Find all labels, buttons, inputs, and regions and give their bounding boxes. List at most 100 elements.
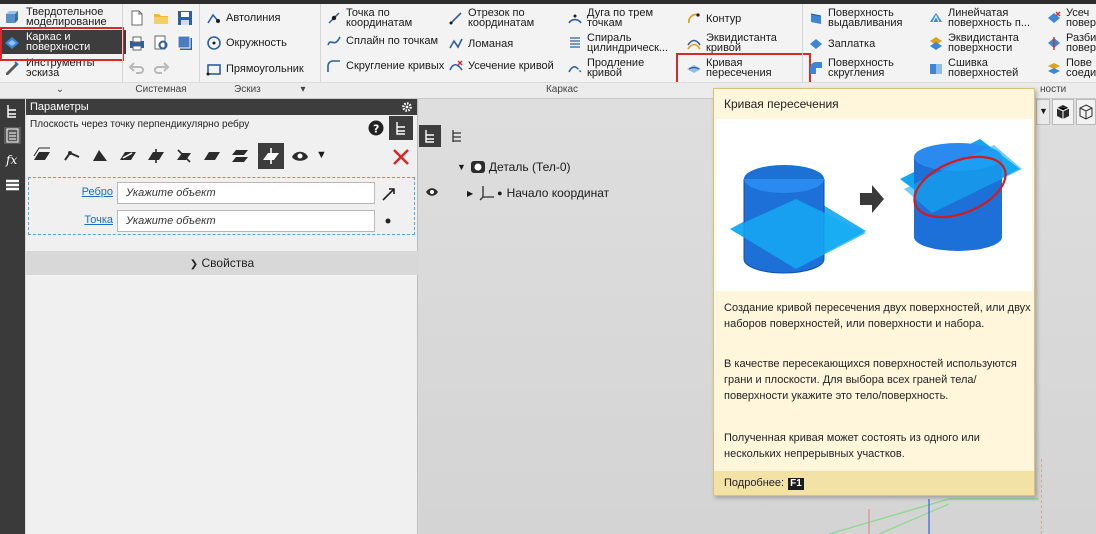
autoline-icon: [207, 13, 220, 24]
spiral-label: Спираль цилиндрическ...: [587, 32, 669, 54]
tree-toggle-button[interactable]: [389, 116, 413, 140]
plane-sketch-icon[interactable]: [290, 147, 310, 165]
plane-tangent-icon[interactable]: [118, 147, 138, 165]
layers-icon[interactable]: [4, 177, 21, 194]
tree-item-origin[interactable]: ▶ ● Начало координат: [467, 185, 609, 201]
split-surface-label: Разби повер: [1066, 33, 1096, 53]
group-label-surfaces: ности: [1040, 84, 1067, 95]
stitch-surfaces-label: Сшивка поверхностей: [948, 57, 1019, 79]
parameters-panel: Параметры Плоскость через точку перпенди…: [26, 99, 418, 534]
mode-sketch-tools[interactable]: Инструменты эскиза: [0, 56, 126, 80]
plane-angle-icon[interactable]: [90, 147, 110, 165]
expand-triangle-right-icon[interactable]: ▶: [467, 189, 473, 198]
open-folder-icon[interactable]: [152, 9, 170, 27]
print-icon[interactable]: [128, 34, 146, 52]
origin-axes-icon: [479, 186, 495, 201]
eye-icon[interactable]: [425, 187, 439, 197]
patch-button[interactable]: Заплатка: [808, 36, 923, 52]
arc-three-icon: [568, 14, 582, 24]
view-style-button[interactable]: [1076, 99, 1096, 125]
circle-button[interactable]: Окружность: [206, 35, 287, 51]
stitch-surfaces-button[interactable]: Сшивка поверхностей: [928, 57, 1042, 79]
frame-surfaces-icon: [5, 37, 19, 49]
save-icon[interactable]: [176, 9, 194, 27]
ruled-surface-button[interactable]: Линейчатая поверхность п...: [928, 7, 1042, 29]
autoline-button[interactable]: Автолиния: [206, 10, 280, 26]
spline-label: Сплайн по точкам: [346, 35, 439, 47]
new-doc-icon[interactable]: [128, 9, 146, 27]
segment-coords-icon: [449, 12, 462, 25]
view-dropdown[interactable]: ▼: [1036, 99, 1050, 125]
ruled-surface-label: Линейчатая поверхность п...: [948, 7, 1031, 29]
more-planes-dropdown-icon[interactable]: ▼: [316, 149, 327, 161]
polyline-button[interactable]: Ломаная: [448, 36, 563, 52]
mode-solid-modeling[interactable]: Твердотельное моделирование: [0, 5, 126, 29]
intersection-curve-button[interactable]: Кривая пересечения: [686, 58, 796, 79]
spline-by-points-button[interactable]: Сплайн по точкам: [326, 33, 451, 49]
variables-fx-icon[interactable]: fx: [4, 151, 21, 168]
join-surface-button[interactable]: Пове соеди: [1046, 58, 1096, 78]
equidistant-curve-button[interactable]: Эквидистанта кривой: [686, 33, 796, 54]
rectangle-button[interactable]: Прямоугольник: [206, 61, 304, 77]
close-icon[interactable]: [392, 148, 410, 166]
model-tree-icon[interactable]: [4, 103, 21, 120]
view-orientation-button[interactable]: [1052, 99, 1074, 125]
tooltip-paragraph-2: В качестве пересекающихся поверхностей и…: [724, 358, 1017, 402]
point-label-link[interactable]: Точка: [29, 214, 113, 226]
point-by-coords-button[interactable]: Точка по координатам: [326, 8, 451, 29]
extend-curve-icon: [568, 66, 582, 73]
expand-modes-chevron-icon[interactable]: ⌄: [40, 84, 80, 96]
preview-icon[interactable]: [152, 34, 170, 52]
mode-frame-surfaces[interactable]: Каркас и поверхности: [0, 30, 126, 54]
tree-structure-icon: [425, 130, 434, 143]
expand-triangle-icon[interactable]: ▼: [457, 162, 466, 172]
tree-view-button[interactable]: [419, 125, 441, 147]
edge-input[interactable]: Укажите объект: [117, 182, 375, 204]
mode-switcher: Твердотельное моделирование Каркас и пов…: [0, 5, 126, 82]
circle-label: Окружность: [226, 37, 287, 49]
plane-offset-icon[interactable]: [32, 147, 52, 165]
ruled-surface-icon: [930, 13, 942, 23]
segment-by-coords-button[interactable]: Отрезок по координатам: [448, 8, 563, 29]
cylindrical-spiral-button[interactable]: Спираль цилиндрическ...: [567, 32, 677, 54]
plane-parallel-icon[interactable]: [202, 147, 222, 165]
contour-button[interactable]: Контур: [686, 11, 796, 27]
round-curves-button[interactable]: Скругление кривых: [326, 58, 451, 74]
contour-label: Контур: [706, 13, 742, 25]
point-row: Точка Укажите объект: [29, 208, 416, 234]
help-icon[interactable]: ?: [368, 120, 384, 136]
plane-middle-icon[interactable]: [230, 147, 250, 165]
edge-label-link[interactable]: Ребро: [29, 186, 113, 198]
spline-icon: [327, 36, 341, 46]
plane-perp-edge-button[interactable]: [258, 143, 284, 169]
extrude-surface-button[interactable]: Поверхность выдавливания: [808, 8, 923, 29]
trim-curve-button[interactable]: Усечение кривой: [448, 58, 563, 74]
trim-surface-button[interactable]: Усеч повер: [1046, 8, 1096, 28]
arc-three-points-button[interactable]: Дуга по трем точкам: [567, 8, 677, 29]
split-surface-button[interactable]: Разби повер: [1046, 33, 1096, 53]
solid-modeling-icon: [6, 11, 18, 23]
gear-icon[interactable]: [401, 101, 413, 113]
point-input[interactable]: Укажите объект: [117, 210, 375, 232]
save-all-icon[interactable]: [176, 34, 194, 52]
trim-surface-label: Усеч повер: [1066, 8, 1096, 28]
equidistant-surface-button[interactable]: Эквидистанта поверхности: [928, 33, 1042, 54]
parameters-icon[interactable]: [4, 127, 21, 144]
properties-section-header[interactable]: ❯ Свойства: [26, 251, 418, 275]
plane-three-points-icon[interactable]: [62, 147, 82, 165]
tree-list-icon[interactable]: [449, 128, 465, 144]
group-separator: [199, 4, 200, 94]
view-dropdown-icon: ▼: [1039, 106, 1048, 116]
round-surface-button[interactable]: Поверхность скругления: [808, 58, 923, 79]
plane-through-edge-icon[interactable]: [146, 147, 166, 165]
plane-normal-icon[interactable]: [174, 147, 194, 165]
extend-curve-button[interactable]: Продление кривой: [567, 58, 677, 79]
sketch-dropdown-icon[interactable]: ▾: [296, 84, 310, 96]
redo-icon[interactable]: [152, 59, 170, 77]
undo-icon[interactable]: [128, 59, 146, 77]
sketch-tools-icon: [6, 61, 19, 75]
tooltip-intersection-curve: Кривая пересечения Создание кривой перес…: [713, 88, 1035, 496]
f1-key-badge[interactable]: F1: [788, 478, 804, 490]
mode-label: Каркас и поверхности: [26, 32, 91, 52]
tree-item-part[interactable]: ▼ Деталь (Тел-0): [457, 159, 571, 175]
